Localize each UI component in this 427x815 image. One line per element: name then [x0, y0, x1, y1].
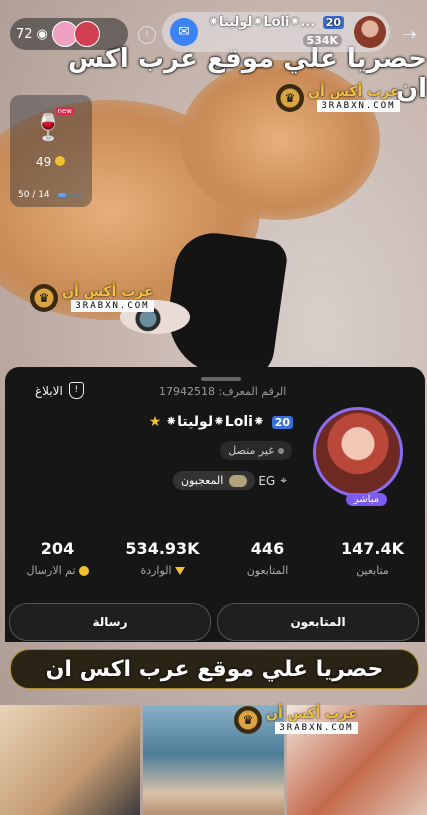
- host-name: ⁕لوليتا⁕Loli⁕... 20: [208, 15, 344, 30]
- coin-icon: [55, 156, 66, 166]
- profile-level-badge: 20: [271, 415, 293, 429]
- eye-icon: ◉: [36, 26, 48, 42]
- country-code: EG: [258, 473, 276, 488]
- message-icon[interactable]: ✉: [170, 18, 198, 46]
- host-count: 534K: [302, 34, 342, 47]
- stat-label: المتابعون: [246, 564, 289, 577]
- logo-arabic-text: عرب أكس أن: [308, 84, 400, 100]
- fans-badge[interactable]: المعجبون: [173, 471, 256, 490]
- watermark-logo-top: ♛ عرب أكس أن 3RABXN.COM: [276, 84, 400, 112]
- fans-badge-label: المعجبون: [181, 474, 224, 487]
- logo-arabic-text: عرب أكس أن: [266, 706, 358, 722]
- report-label: الابلاغ: [35, 383, 63, 398]
- coin-icon: [78, 565, 89, 576]
- message-button[interactable]: رسالة: [9, 603, 211, 641]
- logo-arabic-text: عرب أكس أن: [62, 284, 154, 300]
- shield-icon: !: [68, 382, 84, 399]
- host-level-badge: 20: [322, 16, 344, 29]
- stat-value: 204: [40, 539, 75, 558]
- lion-logo-icon: ♛: [30, 284, 58, 312]
- gift-progress-fill: [58, 193, 66, 197]
- live-tag: مباشر: [345, 493, 387, 506]
- logo-url-text: 3RABXN.COM: [317, 100, 400, 112]
- info-icon[interactable]: !: [138, 26, 156, 44]
- stats-row: 204 تم الارسال 534.93K الواردة 446 المتا…: [5, 539, 425, 577]
- stat-received[interactable]: 534.93K الواردة: [115, 539, 210, 577]
- diamond-icon: [174, 566, 185, 575]
- video-thumbnail[interactable]: [0, 705, 141, 815]
- stat-label: متابعين: [356, 564, 389, 577]
- gift-card[interactable]: new 🍷 49 50 / 14: [10, 95, 92, 207]
- stat-following[interactable]: 446 المتابعون: [220, 539, 315, 577]
- host-avatar[interactable]: [354, 16, 386, 48]
- profile-panel: الابلاغ ! الرقم المعرف: 17942518 ★ ⁕لولي…: [5, 367, 425, 642]
- watermark-logo-middle: ♛ عرب أكس أن 3RABXN.COM: [30, 284, 154, 312]
- gift-progress-bar: [58, 193, 84, 197]
- viewer-count: 72: [16, 26, 33, 42]
- watermark-logo-bottom: ♛ عرب أكس أن 3RABXN.COM: [234, 706, 358, 734]
- profile-name-line: ★ ⁕لوليتا⁕Loli⁕ 20: [149, 414, 293, 430]
- wine-glasses-icon: 🍷: [32, 113, 65, 143]
- host-pill[interactable]: ✉ ⁕لوليتا⁕Loli⁕... 20 534K: [162, 12, 390, 52]
- drag-handle[interactable]: [201, 377, 241, 381]
- stat-label: الواردة: [140, 564, 172, 577]
- lion-logo-icon: ♛: [276, 84, 304, 112]
- gift-value: 49: [36, 155, 66, 169]
- stat-label: تم الارسال: [26, 564, 76, 577]
- lion-logo-icon: ♛: [234, 706, 262, 734]
- thumbnail-strip: [0, 705, 427, 815]
- fan-club-icon: [229, 474, 248, 487]
- stat-value: 147.4K: [340, 539, 404, 558]
- stat-value: 534.93K: [125, 539, 200, 558]
- status-text: غير متصل: [228, 444, 274, 457]
- exclusive-bar-text: حصريا علي موقع عرب اكس ان: [45, 656, 384, 682]
- follow-button[interactable]: المتابعون: [217, 603, 419, 641]
- country-indicator: EG ⌖: [258, 473, 287, 488]
- gift-progress-text: 50 / 14: [18, 190, 50, 200]
- star-icon: ★: [148, 414, 162, 430]
- host-name-text: ⁕لوليتا⁕Loli⁕...: [208, 15, 316, 30]
- exit-arrow-icon[interactable]: ➝: [402, 24, 417, 45]
- stat-followers[interactable]: 147.4K متابعين: [325, 539, 420, 577]
- top-bar: 72 ◉ ! ✉ ⁕لوليتا⁕Loli⁕... 20 534K ➝: [10, 12, 417, 56]
- status-dot: [278, 447, 284, 454]
- report-button[interactable]: الابلاغ !: [35, 382, 84, 399]
- exclusive-bar[interactable]: حصريا علي موقع عرب اكس ان: [10, 649, 419, 689]
- profile-name: ⁕لوليتا⁕Loli⁕: [165, 414, 265, 430]
- viewer-pill[interactable]: 72 ◉: [10, 18, 128, 50]
- viewer-avatar[interactable]: [73, 21, 100, 47]
- stat-value: 446: [250, 539, 285, 558]
- profile-avatar[interactable]: [313, 407, 403, 497]
- location-pin-icon: ⌖: [280, 473, 287, 487]
- stat-sent[interactable]: 204 تم الارسال: [10, 539, 105, 577]
- logo-url-text: 3RABXN.COM: [275, 722, 358, 734]
- status-badge: غير متصل: [220, 441, 292, 460]
- user-id: الرقم المعرف: 17942518: [159, 385, 287, 398]
- logo-url-text: 3RABXN.COM: [71, 300, 154, 312]
